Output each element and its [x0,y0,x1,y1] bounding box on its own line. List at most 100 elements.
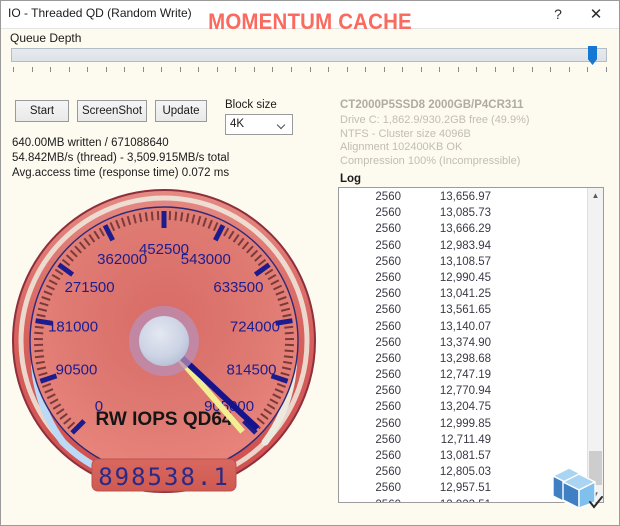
log-cell-size: 2560 [375,369,401,382]
slider-tick [365,67,367,72]
slider-tick [253,67,255,72]
log-cell-iops: 13,561.65 [439,304,491,317]
slider-tick [216,67,218,72]
start-button[interactable]: Start [15,100,69,122]
stats-throughput: 54.842MB/s (thread) - 3,509.915MB/s tota… [12,152,230,164]
log-row[interactable]: 2560 13,298.68 [339,353,587,369]
slider-tick [179,67,181,72]
screenshot-button[interactable]: ScreenShot [77,100,147,122]
log-list[interactable]: 2560 13,656.97 2560 13,085.73 2560 13,666.29 2… [338,187,604,503]
log-label: Log [340,173,362,185]
slider-tick [550,67,552,72]
log-cell-iops: 13,374.90 [439,336,491,349]
log-cell-size: 2560 [375,450,401,462]
gauge-tick-label: 814500 [226,361,276,378]
log-row[interactable]: 2560 12,711.49 [339,434,587,450]
slider-tick [420,67,422,72]
gauge-title: RW IOPS QD64 [96,409,233,430]
drive-info: Drive C: 1,862.9/930.2GB free (49.9%) NT… [340,114,530,168]
log-cell-size: 2560 [375,417,401,430]
slider-tick [13,67,14,72]
gauge-minor-tick [34,331,44,335]
log-row[interactable]: 2560 12,983.94 [339,240,587,256]
log-cell-size: 2560 [375,223,401,236]
block-size-select[interactable]: 4K [225,114,293,135]
log-cell-iops: 12,923.51 [411,499,491,502]
close-button[interactable]: ✕ [579,1,613,27]
log-row[interactable]: 2560 13,108.57 [339,256,587,272]
slider-tick [105,67,107,72]
log-cell-iops: 12,711.49 [440,433,491,446]
log-scrollbar[interactable]: ▲ ▼ [587,188,603,502]
log-cell-iops: 13,204.75 [439,401,491,414]
slider-thumb[interactable] [588,46,597,65]
stats-written: 640.00MB written / 671088640 [12,137,169,149]
log-cell-size: 2560 [375,482,401,495]
gauge-minor-tick [283,355,294,359]
drive-filesystem: NTFS - Cluster size 4096B [340,127,471,140]
slider-tick [272,67,274,72]
slider-tick [50,67,52,72]
gauge-tick-label: 724000 [230,319,280,336]
log-cell-size: 2560 [375,255,401,268]
gauge-minor-tick [284,325,294,329]
log-cell-size: 2560 [375,401,401,414]
gauge-tick-label: 543000 [181,251,231,268]
slider-tick [402,67,404,72]
slider-tick [235,67,237,72]
log-row[interactable]: 2560 12,999.85 [339,418,587,434]
slider-tick [87,67,89,72]
log-row[interactable]: 2560 13,204.75 [339,401,587,417]
tweaktown-logo-icon [552,467,603,509]
slider-tick [476,67,478,72]
log-row[interactable]: 2560 13,085.73 [339,207,587,223]
log-row[interactable]: 2560 12,747.19 [339,369,587,385]
log-row[interactable]: 2560 12,990.45 [339,272,587,288]
log-cell-size: 2560 [375,336,401,349]
slider-tick [383,67,385,72]
log-row[interactable]: 2560 13,140.07 [339,321,587,337]
slider-tick [439,67,441,72]
log-cell-size: 2560 [375,239,401,252]
drive-capacity: Drive C: 1,862.9/930.2GB free (49.9%) [340,114,530,126]
log-row[interactable]: 2560 13,374.90 [339,337,587,353]
log-cell-iops: 12,983.94 [439,239,491,252]
log-cell-iops: 13,298.68 [439,352,491,365]
slider-tick [587,67,589,72]
log-row[interactable]: 2560 13,041.25 [339,288,587,304]
gauge-tick-label: 181000 [48,319,98,336]
log-cell-size: 2560 [375,352,401,365]
drive-model: CT2000P5SSD8 2000GB/P4CR311 [340,99,524,111]
log-cell-size: 2560 [375,191,401,203]
gauge-hub [139,316,189,366]
log-row[interactable]: 2560 13,656.97 [339,191,587,207]
gauge-minor-tick [174,211,178,221]
log-cell-size: 2560 [339,499,411,502]
log-row[interactable]: 2560 12,770.94 [339,385,587,401]
gauge-svg: 0905001810002715003620004525005430006335… [12,189,316,493]
log-cell-iops: 13,140.07 [439,320,491,333]
log-cell-size: 2560 [375,466,401,479]
log-cell-size: 2560 [375,207,401,220]
slider-tick [198,67,200,72]
scroll-up-icon[interactable]: ▲ [588,188,603,203]
log-row[interactable]: 2560 13,561.65 [339,304,587,320]
slider-tick [457,67,459,72]
block-size-value: 4K [230,118,245,130]
log-cell-iops: 13,085.73 [439,207,491,220]
slider-tick [309,67,311,72]
gauge-minor-tick [144,212,148,222]
update-button[interactable]: Update [155,100,207,122]
slider-tick [346,67,348,72]
slider-tick [68,67,70,72]
tweaktown-watermark [549,462,605,512]
momentum-cache-window: IO - Threaded QD (Random Write) MOMENTUM… [0,0,620,526]
slider-tick [31,67,33,72]
log-row[interactable]: 2560 13,666.29 [339,223,587,239]
queue-depth-slider[interactable] [11,46,609,76]
gauge-minor-tick [284,349,294,353]
slider-track[interactable] [11,48,607,62]
help-button[interactable]: ? [541,1,575,27]
log-cell-iops: 13,041.25 [439,288,491,301]
queue-depth-label: Queue Depth [10,31,82,45]
